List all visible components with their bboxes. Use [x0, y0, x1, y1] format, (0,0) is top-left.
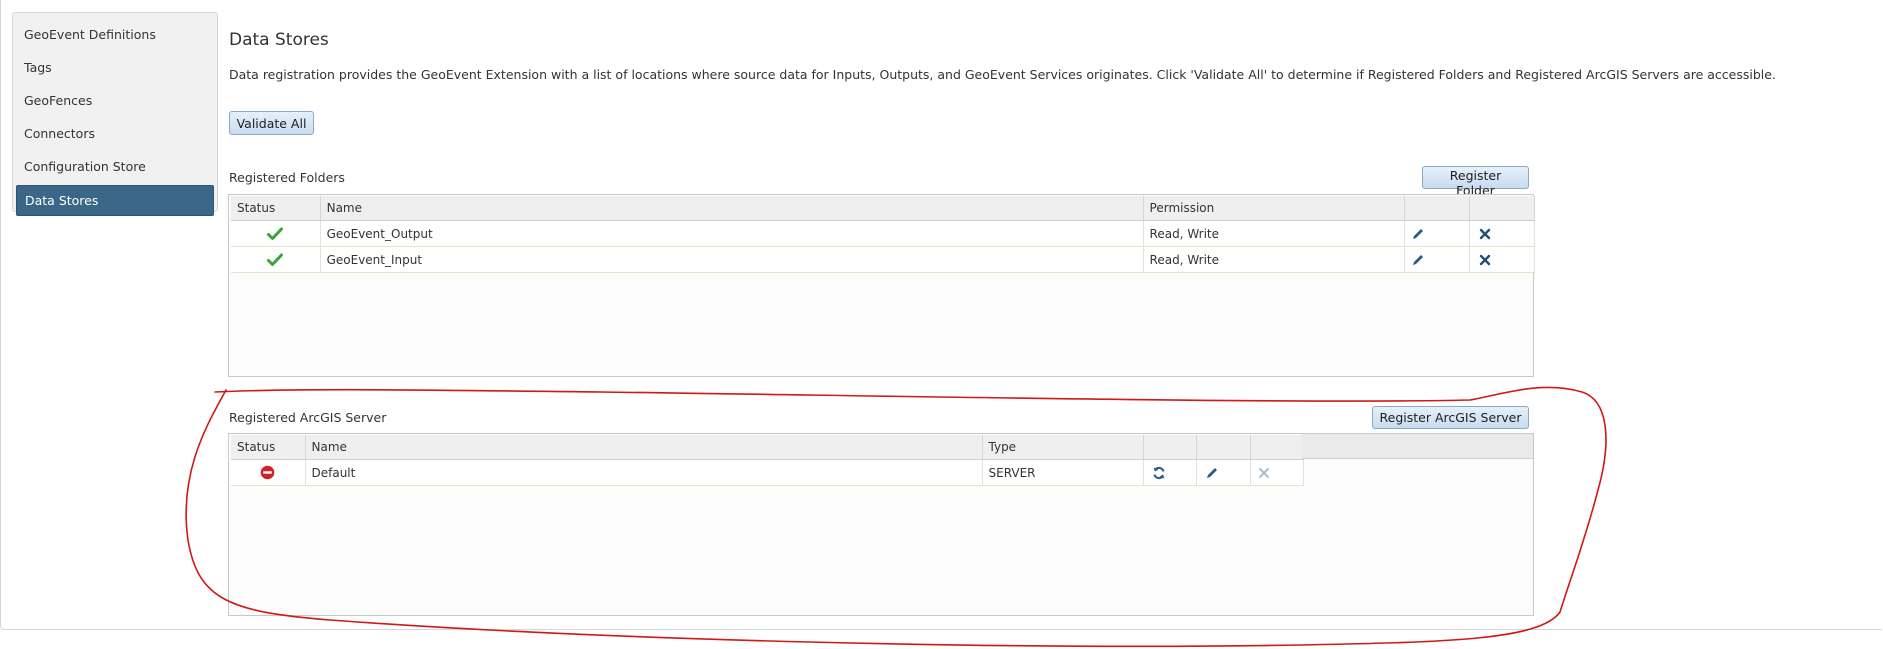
refresh-cell [1143, 459, 1197, 486]
delete-cell [1469, 220, 1536, 247]
registered-arcgis-server-grid: Status Name Type Default SERVER [228, 433, 1534, 616]
pencil-icon[interactable] [1205, 466, 1219, 480]
permission-cell: Read, Write [1143, 246, 1405, 273]
column-header-edit [1404, 196, 1470, 221]
refresh-icon[interactable] [1152, 466, 1166, 480]
edit-cell [1404, 220, 1470, 247]
page-description: Data registration provides the GeoEvent … [229, 67, 1776, 82]
column-header-name[interactable]: Name [305, 435, 983, 460]
status-cell [231, 459, 306, 486]
table-row[interactable]: Default SERVER [231, 459, 1304, 486]
column-header-permission[interactable]: Permission [1143, 196, 1405, 221]
pencil-icon[interactable] [1411, 227, 1425, 241]
check-icon [267, 253, 284, 266]
registered-folders-grid: Status Name Permission GeoEvent_Output R… [228, 194, 1536, 377]
column-header-type[interactable]: Type [982, 435, 1144, 460]
delete-cell [1469, 246, 1536, 273]
status-cell [231, 220, 321, 247]
sidebar-item-geoevent-definitions[interactable]: GeoEvent Definitions [16, 18, 214, 51]
delete-cell [1250, 459, 1304, 486]
permission-cell: Read, Write [1143, 220, 1405, 247]
table-row[interactable]: GeoEvent_Input Read, Write [231, 246, 1536, 273]
no-entry-icon [260, 465, 275, 480]
server-name-cell: Default [305, 459, 983, 486]
column-header-refresh [1143, 435, 1197, 460]
folders-table: Status Name Permission GeoEvent_Output R… [231, 196, 1536, 273]
status-cell [231, 246, 321, 273]
column-header-status[interactable]: Status [231, 435, 306, 460]
column-header-status[interactable]: Status [231, 196, 321, 221]
delete-x-icon[interactable] [1479, 254, 1491, 266]
column-header-delete [1250, 435, 1304, 460]
edit-cell [1404, 246, 1470, 273]
grid-header-filler [1302, 434, 1533, 459]
pencil-icon[interactable] [1411, 253, 1425, 267]
folder-name-cell: GeoEvent_Input [320, 246, 1144, 273]
registered-arcgis-server-title: Registered ArcGIS Server [229, 410, 387, 425]
page-title: Data Stores [229, 30, 329, 50]
table-row[interactable]: GeoEvent_Output Read, Write [231, 220, 1536, 247]
delete-x-icon[interactable] [1479, 228, 1491, 240]
check-icon [267, 227, 284, 240]
sidebar-item-configuration-store[interactable]: Configuration Store [16, 150, 214, 183]
register-folder-button[interactable]: Register Folder [1422, 166, 1529, 198]
servers-header-row: Status Name Type [231, 435, 1304, 460]
folders-header-row: Status Name Permission [231, 196, 1536, 221]
column-header-delete [1469, 196, 1536, 221]
servers-table: Status Name Type Default SERVER [231, 435, 1304, 486]
server-type-cell: SERVER [982, 459, 1144, 486]
register-arcgis-server-button[interactable]: Register ArcGIS Server [1372, 406, 1529, 429]
column-header-edit [1196, 435, 1251, 460]
sidebar-item-connectors[interactable]: Connectors [16, 117, 214, 150]
sidebar-nav: GeoEvent Definitions Tags GeoFences Conn… [12, 12, 218, 216]
delete-x-icon-disabled[interactable] [1258, 467, 1270, 479]
edit-cell [1196, 459, 1251, 486]
column-header-name[interactable]: Name [320, 196, 1144, 221]
sidebar-item-data-stores[interactable]: Data Stores [16, 185, 214, 216]
registered-folders-title: Registered Folders [229, 170, 345, 185]
sidebar-item-geofences[interactable]: GeoFences [16, 84, 214, 117]
sidebar-item-tags[interactable]: Tags [16, 51, 214, 84]
validate-all-button[interactable]: Validate All [229, 111, 314, 135]
folder-name-cell: GeoEvent_Output [320, 220, 1144, 247]
